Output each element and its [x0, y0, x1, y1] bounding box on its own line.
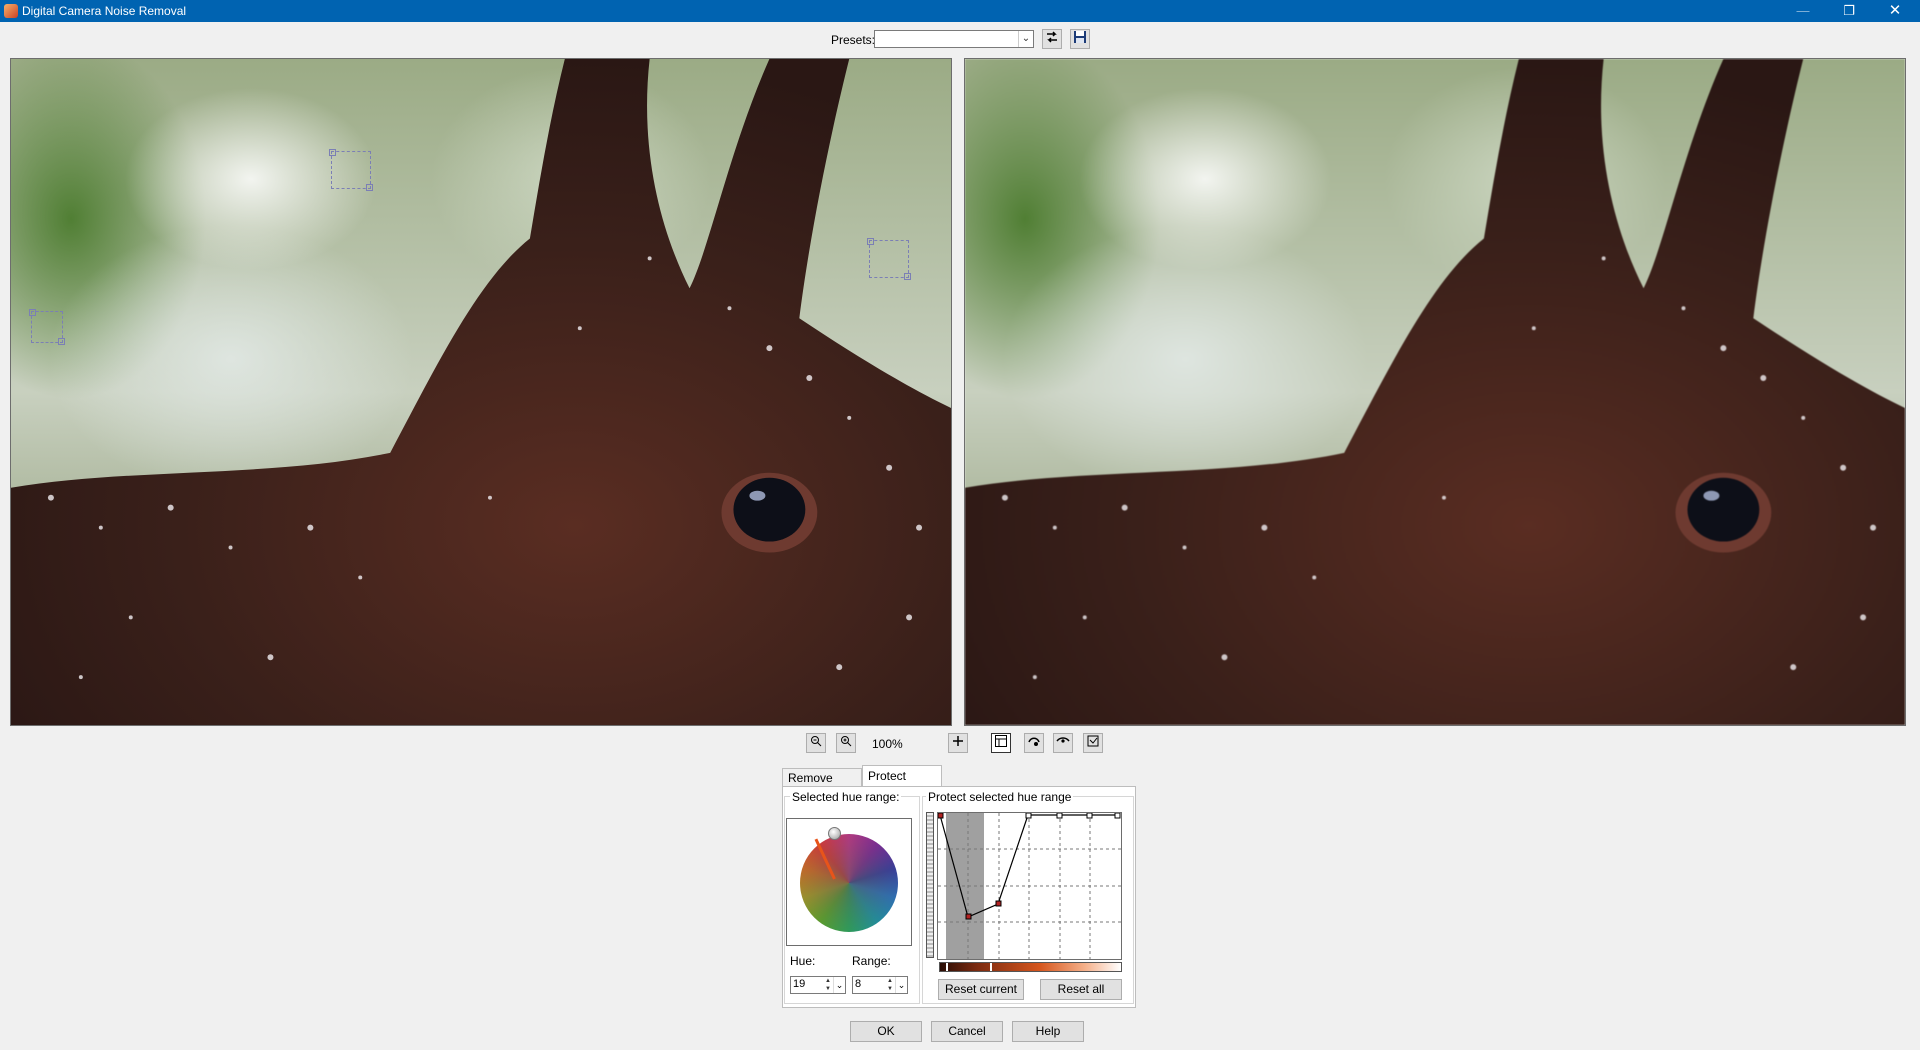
split-view-button[interactable]: [991, 733, 1011, 753]
noise-sample-box[interactable]: [329, 149, 373, 191]
title-bar: Digital Camera Noise Removal — ❐ ✕: [0, 0, 1920, 22]
curve-point[interactable]: [937, 812, 944, 819]
zoom-out-button[interactable]: [806, 733, 826, 753]
save-preset-button[interactable]: [1070, 29, 1090, 49]
spin-arrows-icon[interactable]: ▲ ▼: [885, 977, 895, 993]
zoom-level: 100%: [872, 737, 903, 751]
eye-icon: [1056, 737, 1070, 743]
filtered-preview-pane[interactable]: [964, 58, 1906, 726]
tab-protect-image[interactable]: Protect Image: [862, 765, 942, 804]
pick-noise-icon: [1028, 737, 1040, 746]
curve-point[interactable]: [995, 900, 1002, 907]
squirrel-image: [965, 59, 1905, 725]
squirrel-image: [11, 59, 951, 725]
minimize-button[interactable]: —: [1780, 0, 1826, 22]
window-title: Digital Camera Noise Removal: [22, 4, 187, 18]
close-button[interactable]: ✕: [1872, 0, 1918, 22]
pan-icon: [953, 736, 963, 746]
filtered-photo: [965, 59, 1905, 725]
range-end-marker[interactable]: [990, 963, 992, 971]
save-icon: [1074, 31, 1086, 43]
pick-noise-button[interactable]: [1024, 733, 1044, 753]
protection-curve[interactable]: [937, 812, 1121, 959]
pan-button[interactable]: [948, 733, 968, 753]
auto-sample-icon: [1087, 735, 1099, 747]
curve-point[interactable]: [1025, 812, 1032, 819]
curve-point[interactable]: [1114, 812, 1121, 819]
hue-spinner[interactable]: 19 ▲ ▼ ⌄: [790, 976, 846, 994]
zoom-in-button[interactable]: [836, 733, 856, 753]
help-button[interactable]: Help: [1012, 1021, 1084, 1042]
preview-eye-button[interactable]: [1053, 733, 1073, 753]
spin-arrows-icon[interactable]: ▲ ▼: [823, 977, 833, 993]
reset-all-button[interactable]: Reset all: [1040, 979, 1122, 1000]
hue-knob[interactable]: [828, 827, 841, 840]
range-start-marker[interactable]: [946, 963, 948, 971]
hue-range-group-label: Selected hue range:: [790, 790, 902, 804]
noise-sample-box[interactable]: [867, 238, 911, 280]
curve-point[interactable]: [1056, 812, 1063, 819]
hue-wheel-frame[interactable]: [786, 818, 912, 946]
original-preview-pane[interactable]: [10, 58, 952, 726]
restore-button[interactable]: ❐: [1826, 0, 1872, 22]
hue-gradient-bar[interactable]: [939, 962, 1122, 972]
zoom-out-icon: [811, 736, 822, 747]
range-spinner[interactable]: 8 ▲ ▼ ⌄: [852, 976, 908, 994]
cancel-button[interactable]: Cancel: [931, 1021, 1003, 1042]
hue-label: Hue:: [790, 954, 816, 968]
chevron-down-icon[interactable]: ⌄: [833, 977, 845, 993]
curve-point[interactable]: [965, 913, 972, 920]
auto-sample-button[interactable]: [1083, 733, 1103, 753]
luminance-scale: [926, 812, 934, 958]
tab-remove-noise[interactable]: Remove Noise: [782, 768, 862, 804]
range-label: Range:: [852, 954, 891, 968]
zoom-in-icon: [841, 736, 852, 747]
reset-current-button[interactable]: Reset current: [938, 979, 1024, 1000]
curve-point[interactable]: [1086, 812, 1093, 819]
split-view-icon: [995, 735, 1007, 747]
presets-label: Presets:: [831, 33, 876, 47]
load-preset-button[interactable]: [1042, 29, 1062, 49]
hue-wheel[interactable]: [800, 834, 898, 932]
original-photo: [11, 59, 951, 725]
chevron-down-icon[interactable]: ⌄: [1018, 31, 1033, 47]
hue-value: 19: [793, 978, 806, 990]
range-value: 8: [855, 978, 862, 990]
noise-sample-box[interactable]: [29, 309, 65, 345]
ok-button[interactable]: OK: [850, 1021, 922, 1042]
chevron-down-icon[interactable]: ⌄: [895, 977, 907, 993]
load-preset-icon: [1047, 31, 1057, 43]
protect-hue-group-label: Protect selected hue range: [926, 790, 1074, 804]
app-icon: [4, 4, 18, 18]
presets-dropdown[interactable]: ⌄: [874, 30, 1034, 48]
protection-curve-editor[interactable]: [937, 812, 1122, 960]
